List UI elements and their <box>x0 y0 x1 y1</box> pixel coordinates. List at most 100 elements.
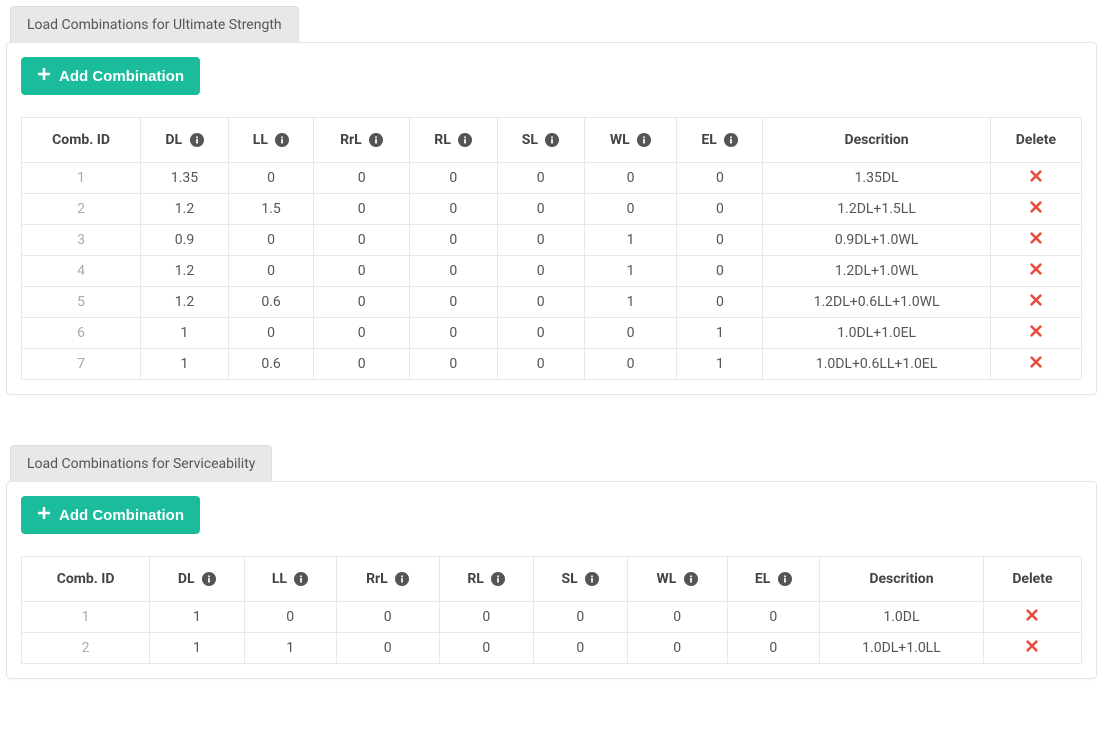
cell-dl[interactable]: 1 <box>141 318 229 349</box>
delete-icon[interactable] <box>1029 326 1043 342</box>
cell-rrl[interactable]: 0 <box>314 287 410 318</box>
cell-rl[interactable]: 0 <box>410 163 498 194</box>
cell-ll[interactable]: 0 <box>244 602 336 633</box>
cell-el[interactable]: 0 <box>727 602 819 633</box>
cell-sl[interactable]: 0 <box>534 633 628 664</box>
info-icon[interactable] <box>294 572 308 586</box>
cell-el[interactable]: 0 <box>677 256 763 287</box>
info-icon[interactable] <box>458 133 472 147</box>
column-header: Delete <box>983 557 1081 602</box>
info-icon[interactable] <box>491 572 505 586</box>
cell-dl[interactable]: 0.9 <box>141 225 229 256</box>
table-row: 7 1 0.6 0 0 0 0 1 1.0DL+0.6LL+1.0EL <box>22 349 1082 380</box>
info-icon[interactable] <box>202 572 216 586</box>
cell-ll[interactable]: 0.6 <box>228 349 313 380</box>
cell-delete <box>990 225 1081 256</box>
cell-ll[interactable]: 1 <box>244 633 336 664</box>
cell-rrl[interactable]: 0 <box>314 194 410 225</box>
info-icon[interactable] <box>545 133 559 147</box>
info-icon[interactable] <box>585 572 599 586</box>
delete-icon[interactable] <box>1025 610 1039 626</box>
add-button-label: Add Combination <box>59 507 184 524</box>
cell-wl[interactable]: 0 <box>584 349 677 380</box>
add-combination-button[interactable]: Add Combination <box>21 57 200 95</box>
delete-icon[interactable] <box>1029 264 1043 280</box>
cell-el[interactable]: 0 <box>677 163 763 194</box>
cell-el[interactable]: 0 <box>677 194 763 225</box>
cell-wl[interactable]: 0 <box>584 163 677 194</box>
info-icon[interactable] <box>190 133 204 147</box>
info-icon[interactable] <box>778 572 792 586</box>
cell-ll[interactable]: 0.6 <box>228 287 313 318</box>
delete-icon[interactable] <box>1029 357 1043 373</box>
cell-sl[interactable]: 0 <box>497 225 584 256</box>
cell-sl[interactable]: 0 <box>497 287 584 318</box>
cell-ll[interactable]: 0 <box>228 256 313 287</box>
cell-rl[interactable]: 0 <box>410 225 498 256</box>
cell-sl[interactable]: 0 <box>534 602 628 633</box>
cell-sl[interactable]: 0 <box>497 194 584 225</box>
cell-ll[interactable]: 0 <box>228 225 313 256</box>
tab-header[interactable]: Load Combinations for Serviceability <box>10 445 272 482</box>
cell-dl[interactable]: 1.2 <box>141 287 229 318</box>
cell-rrl[interactable]: 0 <box>336 602 439 633</box>
add-combination-button[interactable]: Add Combination <box>21 496 200 534</box>
cell-el[interactable]: 1 <box>677 318 763 349</box>
cell-sl[interactable]: 0 <box>497 163 584 194</box>
info-icon[interactable] <box>637 133 651 147</box>
cell-ll[interactable]: 1.5 <box>228 194 313 225</box>
delete-icon[interactable] <box>1029 233 1043 249</box>
cell-rrl[interactable]: 0 <box>314 163 410 194</box>
cell-ll[interactable]: 0 <box>228 318 313 349</box>
cell-dl[interactable]: 1.35 <box>141 163 229 194</box>
cell-wl[interactable]: 0 <box>584 318 677 349</box>
cell-rl[interactable]: 0 <box>410 349 498 380</box>
cell-dl[interactable]: 1 <box>150 602 245 633</box>
cell-comb-id: 1 <box>22 602 150 633</box>
cell-wl[interactable]: 0 <box>627 633 727 664</box>
cell-sl[interactable]: 0 <box>497 256 584 287</box>
delete-icon[interactable] <box>1029 171 1043 187</box>
cell-rrl[interactable]: 0 <box>314 349 410 380</box>
cell-dl[interactable]: 1 <box>141 349 229 380</box>
column-header-label: Descrition <box>844 132 908 148</box>
cell-wl[interactable]: 1 <box>584 256 677 287</box>
delete-icon[interactable] <box>1029 295 1043 311</box>
cell-dl[interactable]: 1.2 <box>141 194 229 225</box>
cell-sl[interactable]: 0 <box>497 318 584 349</box>
cell-wl[interactable]: 0 <box>627 602 727 633</box>
info-icon[interactable] <box>395 572 409 586</box>
cell-sl[interactable]: 0 <box>497 349 584 380</box>
column-header: RrL <box>336 557 439 602</box>
cell-rl[interactable]: 0 <box>410 287 498 318</box>
cell-el[interactable]: 0 <box>677 287 763 318</box>
column-header: WL <box>584 118 677 163</box>
cell-rrl[interactable]: 0 <box>336 633 439 664</box>
delete-icon[interactable] <box>1025 641 1039 657</box>
cell-rrl[interactable]: 0 <box>314 225 410 256</box>
cell-description: 0.9DL+1.0WL <box>763 225 991 256</box>
cell-dl[interactable]: 1.2 <box>141 256 229 287</box>
info-icon[interactable] <box>275 133 289 147</box>
info-icon[interactable] <box>684 572 698 586</box>
cell-rrl[interactable]: 0 <box>314 256 410 287</box>
info-icon[interactable] <box>369 133 383 147</box>
cell-ll[interactable]: 0 <box>228 163 313 194</box>
cell-wl[interactable]: 0 <box>584 194 677 225</box>
cell-dl[interactable]: 1 <box>150 633 245 664</box>
delete-icon[interactable] <box>1029 202 1043 218</box>
tab-header[interactable]: Load Combinations for Ultimate Strength <box>10 6 299 43</box>
cell-rl[interactable]: 0 <box>439 633 533 664</box>
column-header-label: DL <box>178 571 195 587</box>
cell-wl[interactable]: 1 <box>584 225 677 256</box>
cell-rl[interactable]: 0 <box>410 256 498 287</box>
cell-rl[interactable]: 0 <box>439 602 533 633</box>
cell-el[interactable]: 1 <box>677 349 763 380</box>
cell-rl[interactable]: 0 <box>410 318 498 349</box>
cell-rrl[interactable]: 0 <box>314 318 410 349</box>
cell-wl[interactable]: 1 <box>584 287 677 318</box>
info-icon[interactable] <box>724 133 738 147</box>
cell-rl[interactable]: 0 <box>410 194 498 225</box>
cell-el[interactable]: 0 <box>677 225 763 256</box>
cell-el[interactable]: 0 <box>727 633 819 664</box>
